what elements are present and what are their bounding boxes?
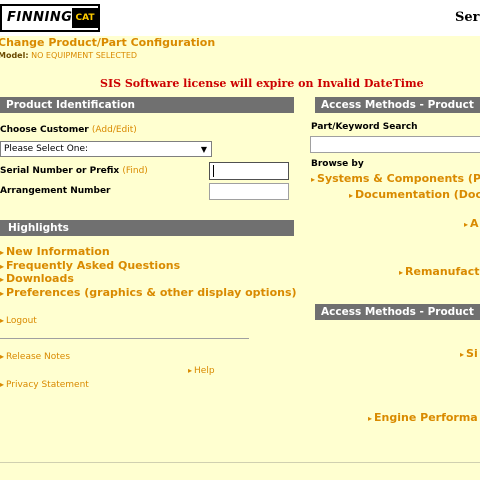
top-right-title: Ser: [455, 10, 480, 25]
page-title: Change Product/Part Configuration: [0, 36, 216, 49]
si-link[interactable]: ▸ Si: [460, 347, 478, 360]
link-text: Logout: [6, 316, 37, 326]
link-text: Release Notes: [6, 352, 71, 362]
arrow-right-icon: ▸: [188, 366, 193, 375]
link-text: Preferences (graphics & other display op…: [6, 286, 297, 299]
serial-row: Serial Number or Prefix (Find): [0, 166, 148, 176]
model-line: Model: NO EQUIPMENT SELECTED: [0, 51, 137, 60]
link-text: A: [470, 217, 479, 230]
logout-link[interactable]: ▸ Logout: [0, 316, 37, 326]
arrow-right-icon: ▸: [349, 191, 354, 200]
arrow-right-icon: ▸: [399, 268, 404, 277]
arrow-right-icon: ▸: [464, 220, 469, 229]
preferences-link[interactable]: ▸ Preferences (graphics & other display o…: [0, 286, 297, 299]
arrow-right-icon: ▸: [0, 316, 5, 325]
choose-customer-label: Choose Customer: [0, 125, 89, 135]
arrow-right-icon: ▸: [0, 352, 5, 361]
section-title: Access Methods - Product: [321, 99, 474, 111]
access-methods-header: Access Methods - Product: [315, 97, 480, 113]
faq-link[interactable]: ▸ Frequently Asked Questions: [0, 259, 180, 272]
arrow-right-icon: ▸: [0, 248, 5, 257]
section-title: Product Identification: [6, 99, 136, 111]
systems-components-link[interactable]: ▸ Systems & Components (P: [311, 172, 480, 185]
new-information-link[interactable]: ▸ New Information: [0, 245, 110, 258]
arrow-right-icon: ▸: [0, 262, 5, 271]
arrow-right-icon: ▸: [311, 175, 316, 184]
customer-select-value: Please Select One:: [4, 144, 89, 154]
arrangement-number-input[interactable]: [209, 183, 289, 200]
model-label: Model:: [0, 51, 29, 60]
serial-label: Serial Number or Prefix: [0, 166, 120, 176]
choose-customer-row: Choose Customer (Add/Edit): [0, 125, 137, 135]
link-text: Systems & Components (P: [317, 172, 480, 185]
cat-logo-icon: CAT: [72, 8, 98, 28]
part-keyword-label: Part/Keyword Search: [311, 122, 418, 132]
arrow-right-icon: ▸: [0, 275, 5, 284]
section-title: Access Methods - Product: [321, 306, 474, 318]
model-value: NO EQUIPMENT SELECTED: [31, 51, 138, 60]
top-bar: FINNING CAT Ser: [0, 0, 480, 36]
find-link[interactable]: (Find): [122, 166, 147, 176]
link-text: Engine Performa: [374, 411, 478, 424]
text-cursor: [213, 165, 214, 177]
arrow-right-icon: ▸: [0, 380, 5, 389]
link-text: Privacy Statement: [6, 380, 89, 390]
engine-performance-link[interactable]: ▸ Engine Performa: [368, 411, 478, 424]
serial-number-input[interactable]: [209, 162, 289, 180]
divider: [0, 338, 249, 339]
link-text: Si: [466, 347, 478, 360]
access-methods-header-2: Access Methods - Product: [315, 304, 480, 320]
a-link[interactable]: ▸ A: [464, 217, 479, 230]
logo-text: FINNING: [7, 10, 73, 25]
arrow-right-icon: ▸: [0, 289, 5, 298]
arrow-right-icon: ▸: [368, 414, 373, 423]
section-title: Highlights: [8, 222, 69, 234]
remanufacturing-link[interactable]: ▸ Remanufact: [399, 265, 479, 278]
finning-logo[interactable]: FINNING CAT: [0, 4, 100, 32]
link-text: Remanufact: [405, 265, 480, 278]
help-link[interactable]: ▸ Help: [188, 366, 215, 376]
license-notice: SIS Software license will expire on Inva…: [100, 77, 424, 90]
product-identification-header: Product Identification: [0, 97, 294, 113]
link-text: New Information: [6, 245, 110, 258]
privacy-statement-link[interactable]: ▸ Privacy Statement: [0, 380, 89, 390]
customer-select[interactable]: Please Select One: ▼: [0, 141, 212, 157]
bottom-divider: [0, 462, 480, 463]
browse-by-label: Browse by: [311, 159, 364, 169]
arrangement-label: Arrangement Number: [0, 186, 111, 196]
add-edit-link[interactable]: (Add/Edit): [92, 125, 137, 135]
dropdown-arrow-icon: ▼: [200, 145, 207, 154]
part-keyword-search-input[interactable]: [310, 136, 480, 153]
link-text: Frequently Asked Questions: [6, 259, 181, 272]
link-text: Documentation (Doc: [355, 188, 480, 201]
arrow-right-icon: ▸: [460, 350, 465, 359]
release-notes-link[interactable]: ▸ Release Notes: [0, 352, 70, 362]
highlights-header: Highlights: [0, 220, 294, 236]
downloads-link[interactable]: ▸ Downloads: [0, 272, 74, 285]
link-text: Downloads: [6, 272, 74, 285]
link-text: Help: [194, 366, 215, 376]
documentation-link[interactable]: ▸ Documentation (Doc: [349, 188, 480, 201]
